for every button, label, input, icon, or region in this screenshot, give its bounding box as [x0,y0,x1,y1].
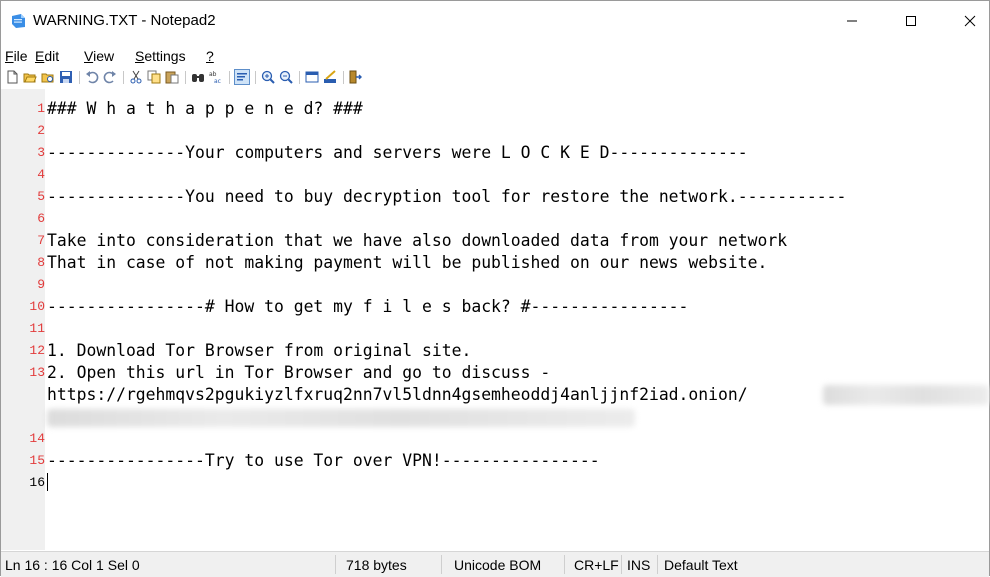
line-number: 11 [29,321,45,336]
title-bar[interactable]: WARNING.TXT - Notepad2 [1,1,989,41]
status-separator [621,555,622,574]
find-icon[interactable] [191,70,205,84]
line-number: 3 [37,145,45,160]
line-number: 13 [29,365,45,380]
redacted-url-part [823,385,989,405]
line-number: 14 [29,431,45,446]
toolbar-separator [255,71,256,84]
maximize-icon [906,16,916,26]
line-number: 4 [37,167,45,182]
line-number: 8 [37,255,45,270]
close-button[interactable] [947,1,990,41]
maximize-button[interactable] [888,1,934,41]
open-file-icon[interactable] [23,70,37,84]
line-number: 9 [37,277,45,292]
toolbar-separator [343,71,344,84]
text-editor[interactable]: 1 ### W h a t h a p p e n e d? ### 2 3 -… [1,89,989,550]
onion-url-line: https://rgehmqvs2pgukiyzlfxruq2nn7vl5ldn… [47,385,748,404]
line-number: 15 [29,453,45,468]
notepad2-window: WARNING.TXT - Notepad2 File Edit View Se… [0,0,990,577]
text-line: --------------Your computers and servers… [47,143,748,162]
status-scheme[interactable]: Default Text [664,557,738,573]
toolbar-separator [299,71,300,84]
zoom-out-icon[interactable] [279,70,293,84]
paste-icon[interactable] [165,70,179,84]
browse-icon[interactable] [41,70,55,84]
scheme-icon[interactable] [305,70,319,84]
copy-icon[interactable] [147,70,161,84]
menu-file[interactable]: File [5,48,28,64]
line-number: 1 [37,101,45,116]
window-title: WARNING.TXT - Notepad2 [33,12,216,29]
replace-icon[interactable]: abac [209,70,223,84]
minimize-icon [847,20,857,22]
customize-icon[interactable] [323,70,337,84]
status-separator [657,555,658,574]
text-line: 2. Open this url in Tor Browser and go t… [47,363,551,382]
save-icon[interactable] [59,70,73,84]
minimize-button[interactable] [829,1,875,41]
status-separator [441,555,442,574]
line-number: 7 [37,233,45,248]
toolbar-separator [79,71,80,84]
menu-edit[interactable]: Edit [35,48,59,64]
text-line: That in case of not making payment will … [47,253,768,272]
toolbar-separator [123,71,124,84]
toolbar: ab ac [1,69,989,87]
menu-settings[interactable]: Settings [135,48,186,64]
menu-view[interactable]: View [84,48,114,64]
status-separator [335,555,336,574]
status-position: Ln 16 : 16 Col 1 Sel 0 [5,557,140,573]
redo-icon[interactable] [103,70,117,84]
text-line: ----------------Try to use Tor over VPN!… [47,451,600,470]
notepad2-icon [12,14,25,28]
undo-icon[interactable] [85,70,99,84]
svg-text:ab: ab [209,71,217,78]
status-size: 718 bytes [346,557,407,573]
line-number: 10 [29,299,45,314]
text-line: ### W h a t h a p p e n e d? ### [47,99,363,118]
status-mode[interactable]: INS [627,557,650,573]
text-line: 1. Download Tor Browser from original si… [47,341,472,360]
status-separator [564,555,565,574]
text-line: ----------------# How to get my f i l e … [47,297,689,316]
new-file-icon[interactable] [5,70,19,84]
line-number-current: 16 [29,475,45,490]
word-wrap-icon[interactable] [234,69,250,85]
line-number: 5 [37,189,45,204]
toolbar-separator [229,71,230,84]
text-cursor [47,473,48,491]
svg-text:ac: ac [214,78,221,84]
zoom-in-icon[interactable] [261,70,275,84]
status-encoding[interactable]: Unicode BOM [454,557,541,573]
redacted-url-continuation [47,409,635,427]
text-line: Take into consideration that we have als… [47,231,788,250]
menu-help[interactable]: ? [206,48,214,64]
status-eol[interactable]: CR+LF [574,557,619,573]
status-bar: Ln 16 : 16 Col 1 Sel 0 718 bytes Unicode… [1,551,989,577]
line-number: 6 [37,211,45,226]
line-number: 12 [29,343,45,358]
cut-icon[interactable] [129,70,143,84]
toolbar-separator [185,71,186,84]
line-number: 2 [37,123,45,138]
text-line: --------------You need to buy decryption… [47,187,847,206]
close-icon [964,15,976,27]
exit-icon[interactable] [348,70,362,84]
